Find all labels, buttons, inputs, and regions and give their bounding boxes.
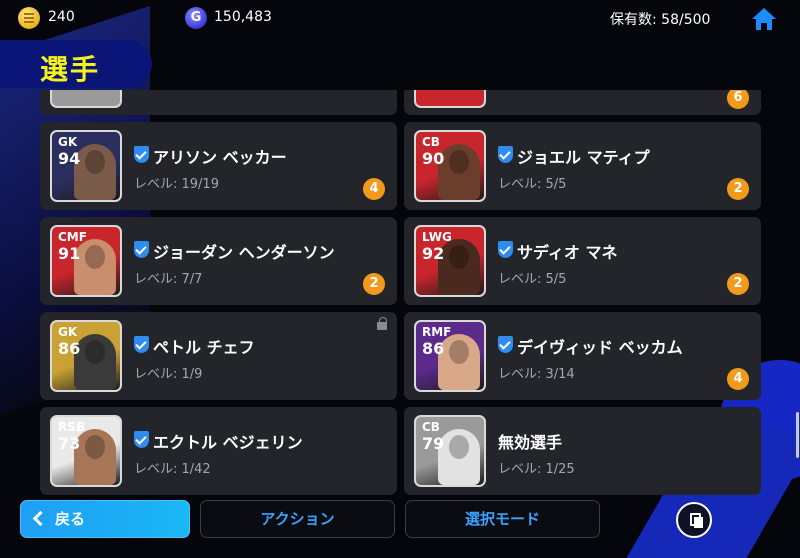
player-rating: 86 — [58, 339, 81, 358]
player-position: CB — [422, 135, 440, 149]
copy-icon[interactable] — [676, 502, 712, 538]
player-portrait — [74, 429, 116, 485]
verified-shield-icon — [134, 431, 149, 448]
player-card-partial[interactable] — [40, 90, 397, 115]
count-badge: 4 — [363, 178, 385, 200]
player-name: ジョーダン ヘンダーソン — [153, 243, 335, 262]
verified-shield-icon — [134, 336, 149, 353]
player-card[interactable]: GK 94 アリソン ベッカーレベル: 19/19 4 — [40, 122, 397, 210]
player-thumbnail: LWG 92 — [414, 225, 486, 297]
player-level: レベル: 19/19 — [134, 177, 219, 192]
player-portrait — [438, 429, 480, 485]
player-level: レベル: 5/5 — [498, 177, 567, 192]
player-card[interactable]: LWG 92 サディオ マネレベル: 5/5 2 — [404, 217, 761, 305]
back-button[interactable]: 戻る — [20, 500, 190, 538]
player-portrait — [74, 334, 116, 390]
player-card[interactable]: RMF 86 デイヴィッド ベッカムレベル: 3/14 4 — [404, 312, 761, 400]
gp-balance: 150,483 — [214, 9, 272, 25]
player-position: RMF — [422, 325, 452, 339]
player-portrait — [438, 334, 480, 390]
count-badge: 2 — [727, 178, 749, 200]
player-rating: 79 — [422, 434, 445, 453]
player-name: サディオ マネ — [517, 243, 618, 262]
player-thumbnail — [414, 90, 486, 108]
back-label: 戻る — [55, 510, 86, 528]
player-level: レベル: 1/42 — [134, 462, 211, 477]
top-bar: 240 G 150,483 保有数: 58/500 — [0, 0, 800, 38]
player-thumbnail: CB 79 — [414, 415, 486, 487]
coin-icon — [18, 7, 40, 29]
player-name: ジョエル マティプ — [517, 148, 650, 167]
verified-shield-icon — [498, 146, 513, 163]
home-icon[interactable] — [750, 5, 778, 33]
player-rating: 90 — [422, 149, 445, 168]
gp-icon: G — [185, 7, 207, 29]
count-badge: 6 — [727, 90, 749, 109]
player-level: レベル: 1/9 — [134, 367, 203, 382]
action-button[interactable]: アクション — [200, 500, 395, 538]
verified-shield-icon — [498, 241, 513, 258]
player-name: デイヴィッド ベッカム — [517, 338, 683, 357]
chevron-left-icon — [32, 510, 49, 527]
player-card[interactable]: CB 79 無効選手レベル: 1/25 — [404, 407, 761, 495]
coin-balance: 240 — [48, 9, 75, 25]
player-portrait — [438, 239, 480, 295]
player-card[interactable]: CB 90 ジョエル マティプレベル: 5/5 2 — [404, 122, 761, 210]
player-name: ペトル チェフ — [153, 338, 255, 357]
player-rating: 94 — [58, 149, 81, 168]
player-portrait — [74, 144, 116, 200]
player-portrait — [74, 239, 116, 295]
player-level: レベル: 1/25 — [498, 462, 575, 477]
player-level: レベル: 3/14 — [498, 367, 575, 382]
player-position: LWG — [422, 230, 452, 244]
player-rating: 73 — [58, 434, 81, 453]
verified-shield-icon — [134, 241, 149, 258]
scrollbar[interactable] — [796, 412, 799, 458]
player-thumbnail: CB 90 — [414, 130, 486, 202]
player-name: エクトル ベジェリン — [153, 433, 303, 452]
player-level: レベル: 5/5 — [498, 272, 567, 287]
player-thumbnail: RMF 86 — [414, 320, 486, 392]
player-name: 無効選手 — [498, 433, 563, 452]
player-thumbnail — [50, 90, 122, 108]
player-position: RSB — [58, 420, 86, 434]
player-position: GK — [58, 135, 78, 149]
lock-icon — [377, 317, 387, 330]
player-position: CB — [422, 420, 440, 434]
count-badge: 2 — [727, 273, 749, 295]
player-rating: 91 — [58, 244, 81, 263]
player-card[interactable]: CMF 91 ジョーダン ヘンダーソンレベル: 7/7 2 — [40, 217, 397, 305]
player-name: アリソン ベッカー — [153, 148, 287, 167]
player-rating: 92 — [422, 244, 445, 263]
player-thumbnail: GK 86 — [50, 320, 122, 392]
owned-count: 保有数: 58/500 — [610, 12, 711, 28]
count-badge: 2 — [363, 273, 385, 295]
select-mode-button[interactable]: 選択モード — [405, 500, 600, 538]
verified-shield-icon — [134, 146, 149, 163]
player-position: CMF — [58, 230, 87, 244]
player-level: レベル: 7/7 — [134, 272, 203, 287]
player-rating: 86 — [422, 339, 445, 358]
player-grid: 6 GK 94 アリソン ベッカー レベル: 19/19 4 CB 90 ジョエル マティプレ… — [40, 90, 761, 495]
player-card[interactable]: GK 86 ペトル チェフレベル: 1/9 — [40, 312, 397, 400]
verified-shield-icon — [498, 336, 513, 353]
player-thumbnail: GK 94 — [50, 130, 122, 202]
player-thumbnail: RSB 73 — [50, 415, 122, 487]
page-title: 選手 — [40, 53, 101, 86]
player-card[interactable]: RSB 73 エクトル ベジェリンレベル: 1/42 — [40, 407, 397, 495]
count-badge: 4 — [727, 368, 749, 390]
player-portrait — [438, 144, 480, 200]
player-thumbnail: CMF 91 — [50, 225, 122, 297]
player-card-partial[interactable]: 6 — [404, 90, 761, 115]
player-position: GK — [58, 325, 78, 339]
